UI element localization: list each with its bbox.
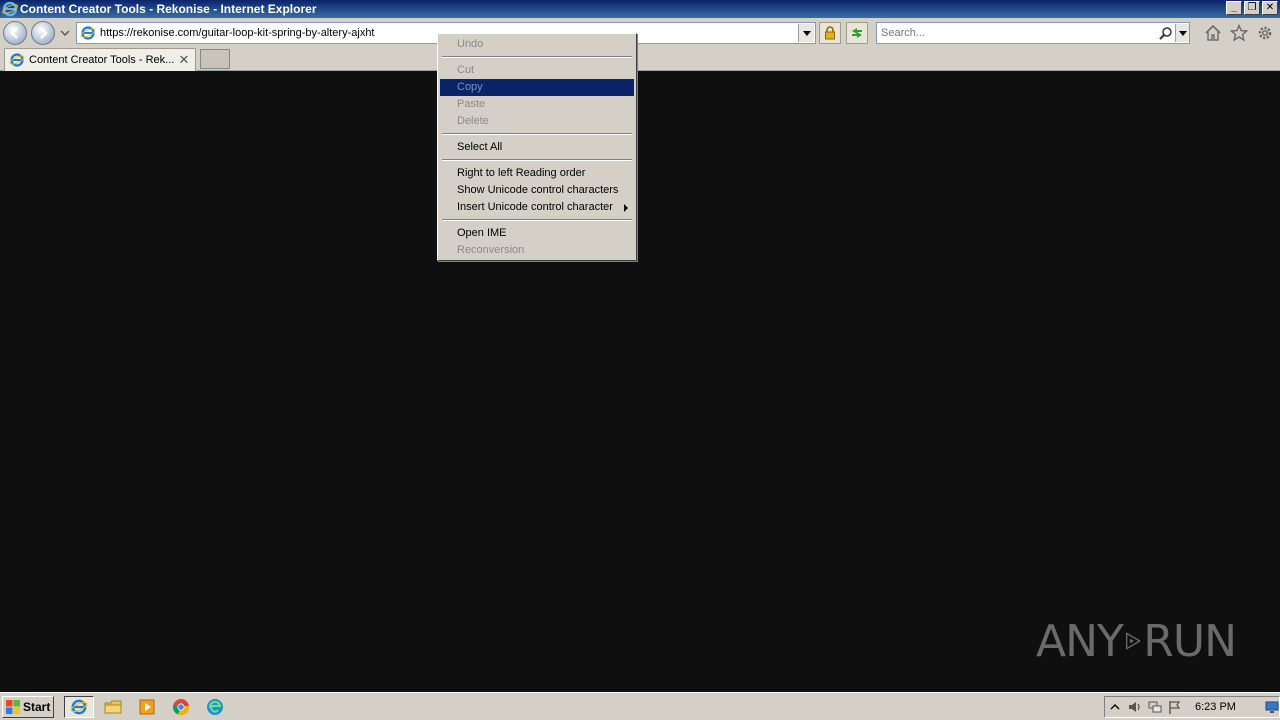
refresh-icon	[852, 28, 862, 38]
search-input[interactable]	[877, 24, 1157, 42]
watermark-text-left: ANY	[1036, 615, 1124, 667]
menu-item-cut[interactable]: Cut	[440, 62, 634, 79]
back-arrow-icon	[10, 27, 18, 39]
gear-icon[interactable]	[1256, 24, 1274, 42]
home-icon[interactable]	[1204, 24, 1222, 42]
tab-content-creator-tools[interactable]: Content Creator Tools - Rek... ✕	[4, 48, 196, 71]
tab-ie-icon	[9, 52, 25, 68]
search-box[interactable]	[876, 22, 1190, 44]
chrome-icon	[172, 699, 189, 715]
menu-separator	[442, 56, 632, 58]
forward-button[interactable]	[31, 21, 55, 45]
folder-icon	[104, 700, 122, 714]
context-menu: Undo Cut Copy Paste Delete Select All Ri…	[437, 33, 637, 261]
tab-label: Content Creator Tools - Rek...	[29, 54, 175, 66]
security-lock-button[interactable]	[819, 22, 841, 44]
search-provider-dropdown[interactable]	[1175, 24, 1189, 42]
windows-flag-icon	[5, 699, 21, 715]
dropdown-arrow-icon	[1178, 31, 1187, 36]
window-controls: _ ❐ ✕	[1226, 1, 1278, 15]
edge-icon	[207, 699, 223, 715]
chevron-down-icon	[60, 30, 70, 36]
network-icon[interactable]	[1145, 698, 1165, 716]
start-label: Start	[23, 700, 51, 714]
tab-close-icon[interactable]: ✕	[177, 52, 191, 68]
taskbar-media-player[interactable]	[132, 696, 162, 718]
menu-item-undo[interactable]: Undo	[440, 36, 634, 53]
menu-item-label: Insert Unicode control character	[457, 201, 613, 213]
taskbar-internet-explorer[interactable]	[64, 696, 94, 718]
restore-button[interactable]: ❐	[1244, 1, 1260, 15]
menu-separator	[442, 159, 632, 161]
back-button[interactable]	[3, 21, 27, 45]
menu-item-insert-unicode-control[interactable]: Insert Unicode control character	[440, 199, 634, 216]
title-bar: Content Creator Tools - Rekonise - Inter…	[0, 0, 1280, 18]
media-player-icon	[139, 699, 155, 715]
menu-item-reconversion[interactable]: Reconversion	[440, 242, 634, 259]
address-dropdown[interactable]	[798, 24, 814, 42]
menu-item-select-all[interactable]: Select All	[440, 139, 634, 156]
dropdown-arrow-icon	[802, 31, 811, 36]
watermark-text-right: RUN	[1143, 615, 1237, 667]
forward-arrow-icon	[40, 27, 48, 39]
taskbar: Start 6:23 PM	[0, 692, 1280, 720]
lock-icon	[825, 26, 835, 40]
menu-separator	[442, 133, 632, 135]
refresh-button[interactable]	[846, 22, 868, 44]
taskbar-edge[interactable]	[200, 696, 230, 718]
page-ie-icon	[80, 25, 96, 41]
menu-item-open-ime[interactable]: Open IME	[440, 225, 634, 242]
menu-item-paste[interactable]: Paste	[440, 96, 634, 113]
submenu-arrow-icon	[624, 204, 628, 212]
window-title: Content Creator Tools - Rekonise - Inter…	[20, 2, 317, 16]
search-icon[interactable]	[1157, 24, 1175, 42]
start-button[interactable]: Start	[2, 696, 54, 718]
system-tray: 6:23 PM	[1104, 696, 1280, 718]
favorites-star-icon[interactable]	[1230, 24, 1248, 42]
monitor-icon	[1265, 701, 1279, 713]
command-icons	[1204, 24, 1274, 42]
minimize-button[interactable]: _	[1226, 1, 1242, 15]
action-center-flag-icon[interactable]	[1165, 698, 1185, 716]
play-logo-icon	[1125, 632, 1141, 650]
tab-bar: Content Creator Tools - Rek... ✕	[0, 46, 1280, 71]
taskbar-file-explorer[interactable]	[98, 696, 128, 718]
show-desktop-button[interactable]	[1265, 697, 1279, 717]
internet-explorer-icon	[2, 1, 18, 17]
menu-item-delete[interactable]: Delete	[440, 113, 634, 130]
close-button[interactable]: ✕	[1262, 1, 1278, 15]
navigation-bar: https://rekonise.com/guitar-loop-kit-spr…	[0, 18, 1280, 46]
anyrun-watermark: ANY RUN	[1036, 606, 1237, 676]
recent-pages-dropdown[interactable]	[60, 28, 70, 38]
show-hidden-icons-chevron-icon[interactable]	[1105, 698, 1125, 716]
taskbar-chrome[interactable]	[166, 696, 196, 718]
volume-icon[interactable]	[1125, 698, 1145, 716]
menu-item-copy[interactable]: Copy	[440, 79, 634, 96]
new-tab-button[interactable]	[200, 49, 230, 69]
menu-separator	[442, 219, 632, 221]
menu-item-show-unicode-control[interactable]: Show Unicode control characters	[440, 182, 634, 199]
internet-explorer-icon	[70, 699, 88, 715]
clock[interactable]: 6:23 PM	[1195, 701, 1236, 713]
menu-item-rtl-reading-order[interactable]: Right to left Reading order	[440, 165, 634, 182]
